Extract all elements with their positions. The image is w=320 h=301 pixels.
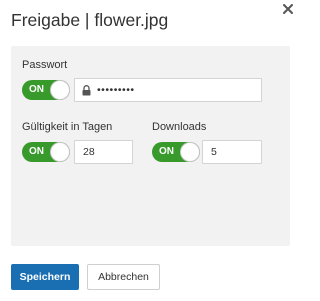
lock-icon <box>82 85 91 96</box>
toggle-knob <box>50 142 70 162</box>
save-button[interactable]: Speichern <box>11 264 79 290</box>
dialog-title: Freigabe | flower.jpg <box>11 10 169 30</box>
password-label: Passwort <box>22 59 68 71</box>
password-toggle[interactable]: ON <box>22 80 70 100</box>
downloads-label: Downloads <box>152 121 207 133</box>
downloads-value: 5 <box>211 146 217 158</box>
password-value: ••••••••• <box>97 84 135 96</box>
password-input[interactable]: ••••••••• <box>74 78 262 102</box>
close-icon <box>283 4 293 14</box>
downloads-toggle-label: ON <box>159 146 174 157</box>
close-button[interactable] <box>283 4 293 14</box>
validity-toggle-label: ON <box>29 146 44 157</box>
downloads-toggle[interactable]: ON <box>152 142 200 162</box>
toggle-knob <box>180 142 200 162</box>
downloads-input[interactable]: 5 <box>202 140 262 164</box>
validity-days-input[interactable]: 28 <box>74 140 133 164</box>
password-toggle-label: ON <box>29 84 44 95</box>
cancel-button[interactable]: Abbrechen <box>87 264 160 290</box>
share-settings-panel: Passwort ON ••••••••• Gültigkeit in Tage… <box>11 46 290 246</box>
validity-days-value: 28 <box>83 146 95 158</box>
validity-toggle[interactable]: ON <box>22 142 70 162</box>
toggle-knob <box>50 80 70 100</box>
validity-label: Gültigkeit in Tagen <box>22 121 113 133</box>
